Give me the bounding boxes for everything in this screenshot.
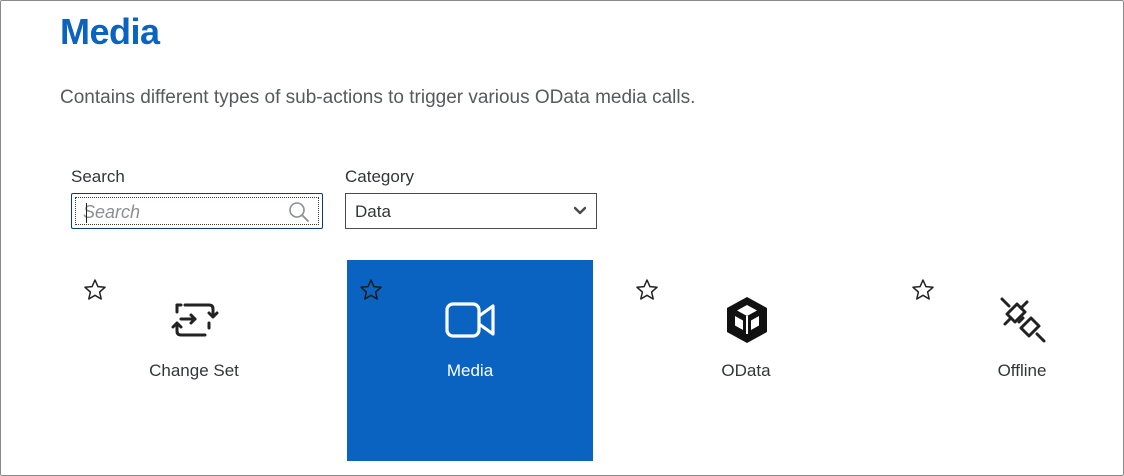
page-description: Contains different types of sub-actions …: [60, 87, 696, 108]
tile-media[interactable]: Media: [347, 260, 593, 461]
tile-change-set[interactable]: Change Set: [71, 260, 317, 461]
unplugged-icon: [1000, 297, 1046, 343]
tile-odata[interactable]: OData: [623, 260, 869, 461]
odata-cubes-icon: [727, 297, 767, 343]
video-camera-icon: [445, 302, 495, 338]
search-icon[interactable]: [288, 201, 310, 223]
page-title: Media: [60, 11, 160, 52]
tile-label: OData: [721, 361, 771, 380]
tile-offline[interactable]: Offline: [899, 260, 1124, 461]
category-select[interactable]: Data: [345, 193, 597, 229]
category-label: Category: [345, 167, 414, 186]
tile-label: Offline: [997, 361, 1047, 380]
search-label: Search: [71, 167, 125, 186]
category-selected-value: Data: [355, 202, 391, 221]
favorite-star-icon[interactable]: [635, 278, 659, 302]
chevron-down-icon: [573, 206, 587, 215]
favorite-star-icon[interactable]: [911, 278, 935, 302]
text-caret: [86, 203, 87, 223]
media-panel: Media Contains different types of sub-ac…: [0, 0, 1124, 476]
tile-label: Change Set: [149, 361, 239, 380]
tile-label: Media: [446, 361, 494, 380]
search-input[interactable]: [83, 200, 283, 224]
favorite-star-icon[interactable]: [359, 278, 383, 302]
search-field[interactable]: [71, 193, 323, 229]
favorite-star-icon[interactable]: [83, 278, 107, 302]
change-set-icon: [171, 303, 219, 337]
